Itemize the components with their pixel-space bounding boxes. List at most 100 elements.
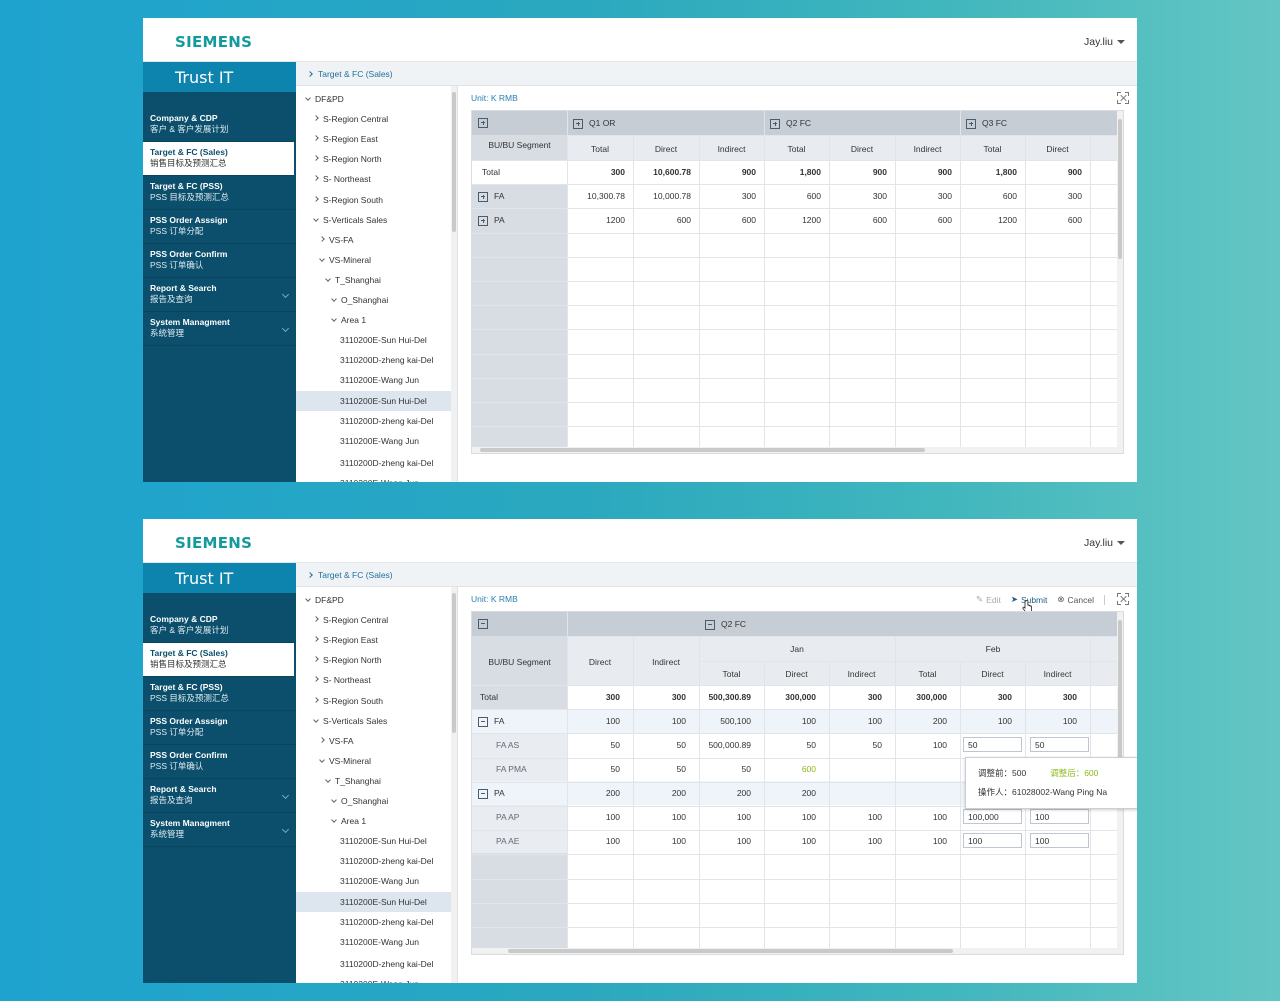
tree-node[interactable]: 3110200D-zheng kai-Del bbox=[296, 350, 451, 370]
tree-node[interactable]: VS-Mineral bbox=[296, 250, 451, 270]
sidebar-item[interactable]: Target & FC (PSS) PSS 目标及预测汇总 bbox=[143, 677, 296, 711]
tree-scrollbar-thumb[interactable] bbox=[452, 593, 456, 733]
sidebar-item[interactable]: Target & FC (Sales) 销售目标及预测汇总 bbox=[143, 643, 294, 677]
row-label[interactable]: PA bbox=[478, 215, 505, 226]
expand-plus-icon[interactable] bbox=[966, 118, 976, 129]
tree-node[interactable]: 3110200D-zheng kai-Del bbox=[296, 453, 451, 473]
horizontal-scrollbar[interactable] bbox=[472, 447, 1123, 453]
collapse-minus-icon[interactable] bbox=[478, 788, 488, 799]
tree-node[interactable]: Area 1 bbox=[296, 811, 451, 831]
tree-scrollbar[interactable] bbox=[451, 86, 457, 482]
tree-node[interactable]: DF&PD bbox=[296, 590, 451, 610]
chevron-right-icon[interactable] bbox=[319, 736, 325, 743]
tree-node[interactable]: O_Shanghai bbox=[296, 290, 451, 310]
chevron-down-icon[interactable] bbox=[319, 756, 325, 763]
chevron-down-icon[interactable] bbox=[305, 95, 311, 101]
sidebar-item[interactable]: Target & FC (PSS) PSS 目标及预测汇总 bbox=[143, 176, 296, 210]
chevron-down-icon[interactable] bbox=[1117, 40, 1125, 45]
tree-node[interactable]: S-Region Central bbox=[296, 610, 451, 630]
tree-node[interactable]: DF&PD bbox=[296, 89, 451, 109]
row-label[interactable]: FA bbox=[478, 716, 504, 727]
column-group-header[interactable]: Q1 OR bbox=[573, 118, 615, 129]
tree-node[interactable]: VS-FA bbox=[296, 731, 451, 751]
tree-node[interactable]: 3110200D-zheng kai-Del bbox=[296, 411, 451, 431]
chevron-down-icon[interactable] bbox=[331, 797, 337, 803]
cell-input[interactable]: 50 bbox=[1030, 737, 1089, 752]
sidebar-item[interactable]: PSS Order Confirm PSS 订单确认 bbox=[143, 244, 296, 278]
expand-plus-icon[interactable] bbox=[478, 117, 488, 128]
cell-input[interactable]: 100 bbox=[1030, 809, 1089, 824]
sidebar-item[interactable]: Company & CDP 客户 & 客户发展计划 bbox=[143, 609, 296, 643]
chevron-right-icon[interactable] bbox=[313, 676, 319, 683]
segment-plus-icon[interactable] bbox=[478, 117, 494, 128]
column-group-header[interactable]: Q2 FC bbox=[705, 619, 746, 630]
chevron-down-icon[interactable] bbox=[305, 596, 311, 602]
collapse-minus-icon[interactable] bbox=[705, 619, 715, 630]
chevron-right-icon[interactable] bbox=[313, 696, 319, 703]
chevron-right-icon[interactable] bbox=[313, 175, 319, 182]
chevron-right-icon[interactable] bbox=[313, 656, 319, 663]
user-name[interactable]: Jay.liu bbox=[1084, 537, 1113, 549]
tree-node[interactable]: Area 1 bbox=[296, 310, 451, 330]
tree-node[interactable]: T_Shanghai bbox=[296, 270, 451, 290]
tree-node[interactable]: S- Northeast bbox=[296, 169, 451, 189]
cell-input[interactable]: 50 bbox=[963, 737, 1022, 752]
sidebar-item[interactable]: Target & FC (Sales) 销售目标及预测汇总 bbox=[143, 142, 294, 176]
column-group-header[interactable]: Q3 FC bbox=[966, 118, 1007, 129]
tree-scrollbar-thumb[interactable] bbox=[452, 92, 456, 232]
sidebar-item[interactable]: Company & CDP 客户 & 客户发展计划 bbox=[143, 108, 296, 142]
scrollbar-thumb[interactable] bbox=[508, 949, 953, 953]
tree-node[interactable]: 3110200E-Sun Hui-Del bbox=[296, 891, 451, 912]
sidebar-item[interactable]: System Managment 系统管理 bbox=[143, 312, 296, 346]
tree-node[interactable]: O_Shanghai bbox=[296, 791, 451, 811]
tree-node[interactable]: 3110200D-zheng kai-Del bbox=[296, 912, 451, 932]
sidebar-item[interactable]: Report & Search 报告及查询 bbox=[143, 779, 296, 813]
expand-plus-icon[interactable] bbox=[573, 118, 583, 129]
chevron-right-icon[interactable] bbox=[313, 115, 319, 121]
chevron-right-icon[interactable] bbox=[313, 636, 319, 643]
tree-node[interactable]: S-Region South bbox=[296, 190, 451, 210]
expand-plus-icon[interactable] bbox=[478, 191, 488, 202]
sidebar-item[interactable]: Report & Search 报告及查询 bbox=[143, 278, 296, 312]
cancel-button[interactable]: ⊗ Cancel bbox=[1057, 594, 1094, 605]
chevron-down-icon[interactable] bbox=[331, 817, 337, 823]
vertical-scrollbar[interactable] bbox=[1117, 111, 1123, 453]
row-label[interactable]: PA bbox=[478, 788, 505, 799]
breadcrumb-item[interactable]: Target & FC (Sales) bbox=[318, 570, 393, 580]
sidebar-item[interactable]: PSS Order Asssign PSS 订单分配 bbox=[143, 711, 296, 745]
sidebar-item[interactable]: PSS Order Confirm PSS 订单确认 bbox=[143, 745, 296, 779]
horizontal-scrollbar[interactable] bbox=[472, 948, 1123, 954]
tree-node[interactable]: S-Verticals Sales bbox=[296, 210, 451, 230]
tree-scrollbar[interactable] bbox=[451, 587, 457, 983]
user-menu[interactable]: Jay.liu bbox=[1084, 537, 1125, 549]
row-label[interactable]: FA bbox=[478, 191, 504, 202]
breadcrumb-item[interactable]: Target & FC (Sales) bbox=[318, 69, 393, 79]
tree-node[interactable]: S- Northeast bbox=[296, 670, 451, 690]
collapse-minus-icon[interactable] bbox=[478, 716, 488, 727]
column-group-header[interactable]: Q2 FC bbox=[770, 118, 811, 129]
tree-node[interactable]: VS-Mineral bbox=[296, 751, 451, 771]
user-menu[interactable]: Jay.liu bbox=[1084, 36, 1125, 48]
tree-node[interactable]: S-Region East bbox=[296, 630, 451, 650]
chevron-down-icon[interactable] bbox=[313, 716, 319, 723]
tree-node[interactable]: 3110200E-Sun Hui-Del bbox=[296, 330, 451, 350]
tree-node[interactable]: 3110200E-Wang Jun bbox=[296, 974, 451, 983]
tree-node[interactable]: S-Region North bbox=[296, 650, 451, 670]
edit-button[interactable]: ✎ Edit bbox=[976, 594, 1001, 605]
chevron-down-icon[interactable] bbox=[325, 276, 331, 282]
chevron-right-icon[interactable] bbox=[319, 235, 325, 242]
chevron-down-icon[interactable] bbox=[325, 777, 331, 783]
chevron-down-icon[interactable] bbox=[313, 215, 319, 222]
fullscreen-icon[interactable] bbox=[1117, 92, 1129, 104]
cell-input[interactable]: 100 bbox=[1030, 833, 1089, 848]
user-name[interactable]: Jay.liu bbox=[1084, 36, 1113, 48]
scrollbar-thumb[interactable] bbox=[1118, 119, 1122, 259]
tree-node[interactable]: 3110200E-Wang Jun bbox=[296, 431, 451, 451]
tree-node[interactable]: 3110200E-Wang Jun bbox=[296, 871, 451, 891]
tree-node[interactable]: S-Region South bbox=[296, 691, 451, 711]
tree-node[interactable]: 3110200E-Sun Hui-Del bbox=[296, 390, 451, 411]
expand-plus-icon[interactable] bbox=[478, 215, 488, 226]
cell-input[interactable]: 100,000 bbox=[963, 809, 1022, 824]
chevron-down-icon[interactable] bbox=[319, 255, 325, 262]
tree-node[interactable]: S-Region North bbox=[296, 149, 451, 169]
